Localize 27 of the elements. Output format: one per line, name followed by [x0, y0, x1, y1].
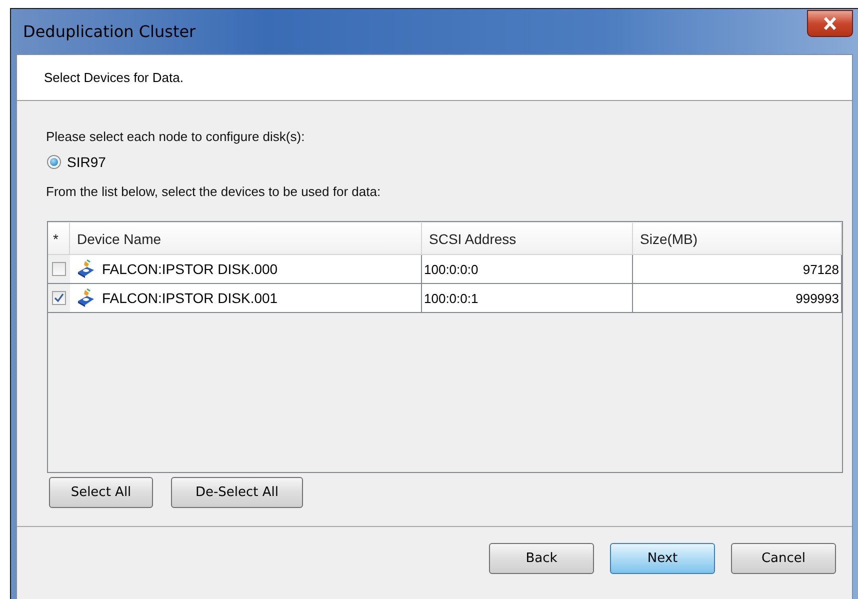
close-button[interactable]: [807, 10, 853, 37]
radio-button[interactable]: [47, 155, 61, 169]
scsi-address: 100:0:0:1: [422, 284, 633, 313]
window-title: Deduplication Cluster: [22, 21, 196, 43]
select-all-button[interactable]: Select All: [49, 477, 153, 508]
device-size: 97128: [633, 255, 842, 284]
device-prompt: From the list below, select the devices to be used for data:: [46, 184, 382, 199]
node-label: SIR97: [67, 154, 106, 170]
cancel-button[interactable]: Cancel: [731, 543, 836, 574]
node-prompt: Please select each node to configure disk(s):: [46, 129, 306, 144]
disk-icon: [76, 288, 96, 308]
device-name: FALCON:IPSTOR DISK.001: [102, 290, 278, 306]
next-button[interactable]: Next: [610, 543, 715, 574]
deselect-all-button[interactable]: De-Select All: [171, 477, 303, 508]
close-icon: [823, 17, 837, 30]
column-header[interactable]: Size(MB): [633, 223, 842, 255]
device-size: 999993: [633, 284, 842, 313]
column-header[interactable]: SCSI Address: [422, 223, 633, 255]
checkbox[interactable]: [52, 291, 66, 305]
device-name: FALCON:IPSTOR DISK.000: [102, 261, 278, 277]
scsi-address: 100:0:0:0: [422, 255, 633, 284]
column-header[interactable]: *: [48, 223, 70, 255]
checkbox[interactable]: [52, 262, 66, 276]
back-button[interactable]: Back: [489, 543, 594, 574]
disk-icon: [76, 259, 96, 279]
page-heading: Select Devices for Data.: [17, 55, 852, 101]
column-header[interactable]: Device Name: [70, 223, 422, 255]
